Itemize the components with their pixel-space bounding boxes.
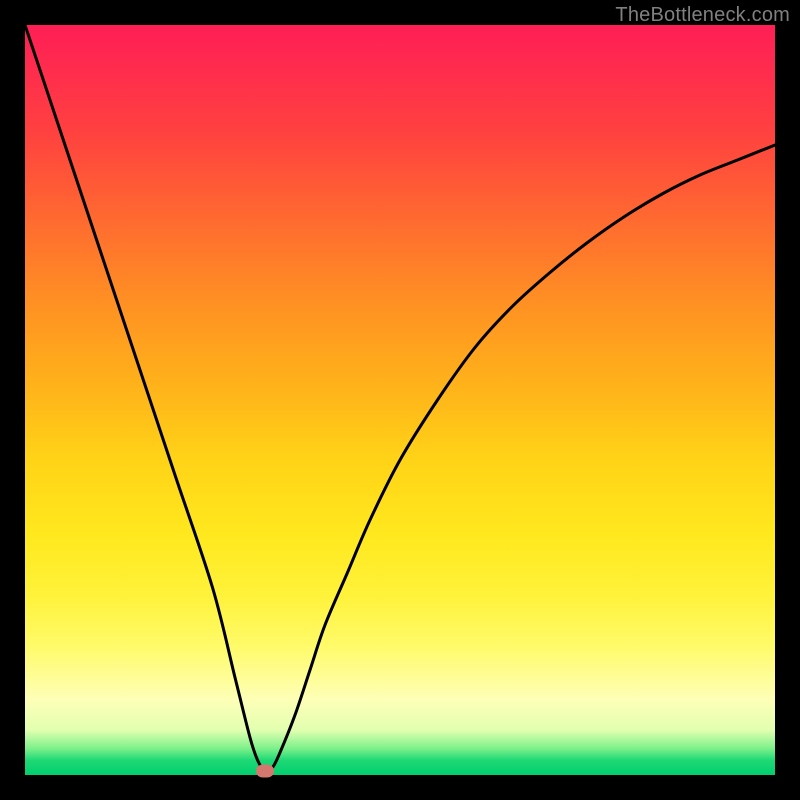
optimal-point-marker xyxy=(256,765,274,778)
watermark-text: TheBottleneck.com xyxy=(615,4,790,27)
bottleneck-curve xyxy=(25,25,775,775)
plot-area xyxy=(25,25,775,775)
chart-frame: TheBottleneck.com xyxy=(0,0,800,800)
